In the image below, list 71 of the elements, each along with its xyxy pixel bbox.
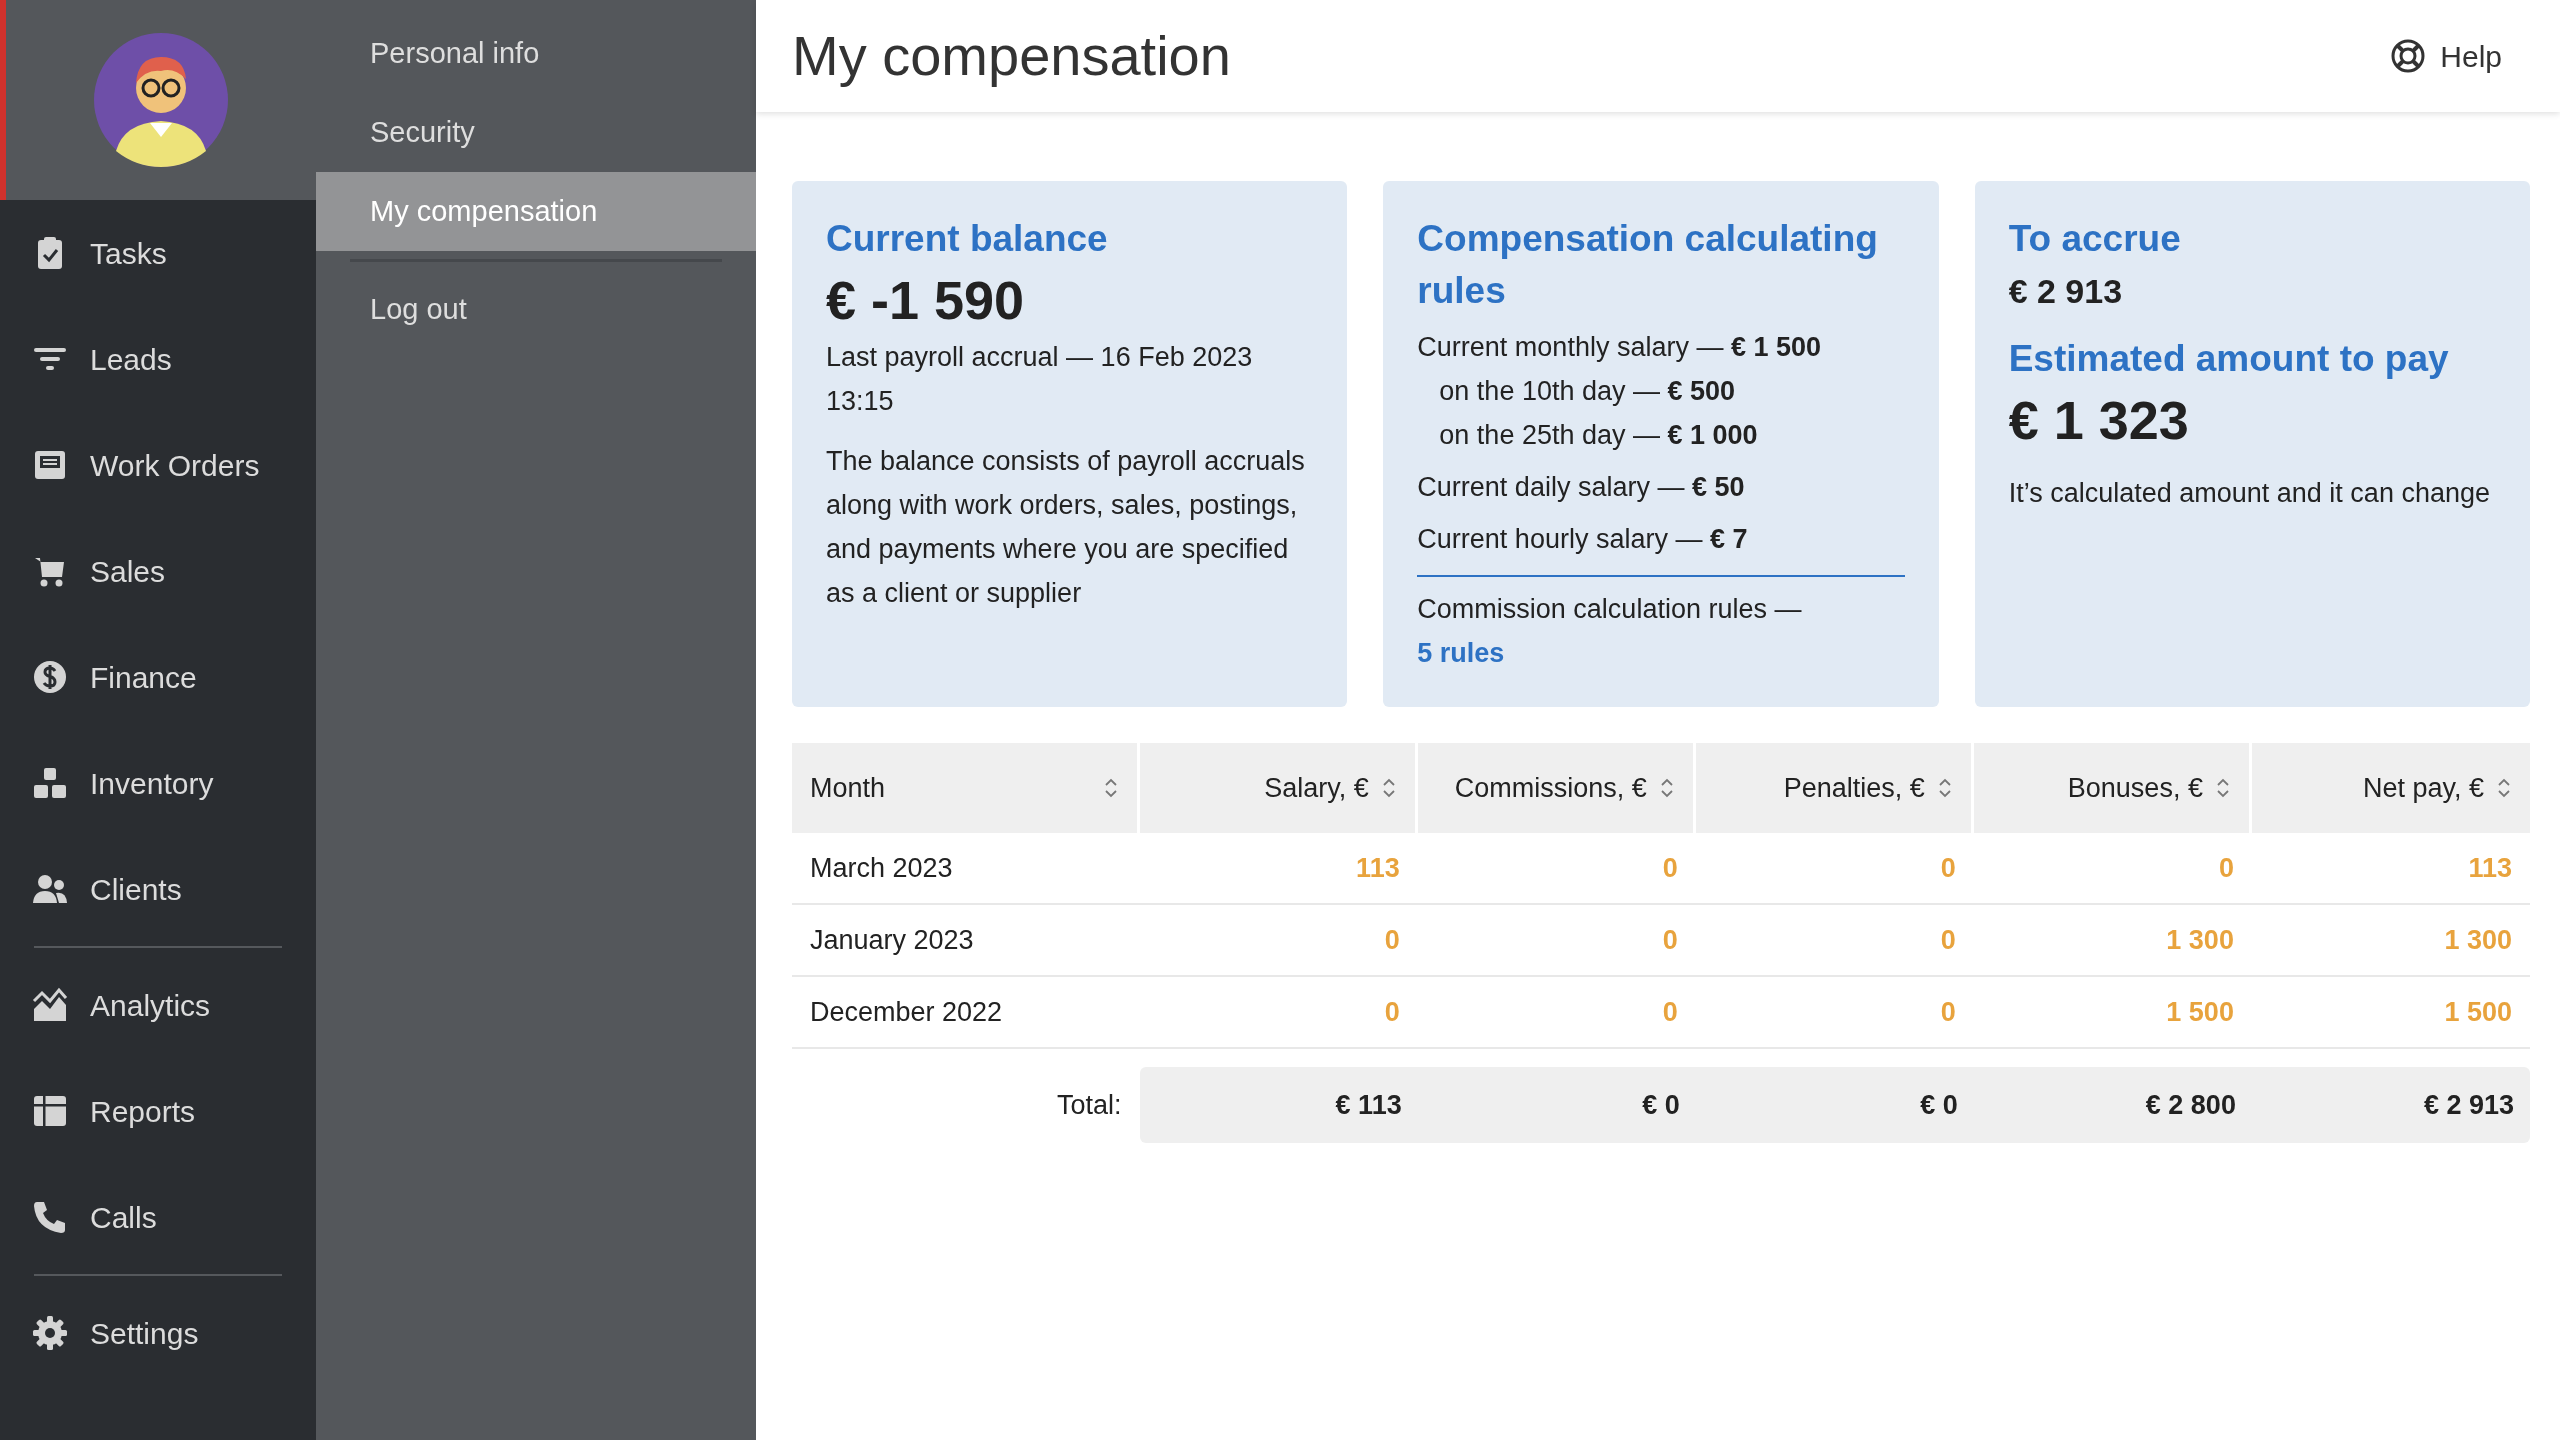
submenu-item[interactable]: Log out — [316, 270, 756, 349]
table-cell: 113 — [2468, 852, 2512, 883]
nav-item[interactable]: Inventory — [0, 730, 316, 836]
card-title: Estimated amount to pay — [2008, 337, 2450, 381]
sort-icon — [1380, 776, 1397, 800]
table-cell: 0 — [1384, 996, 1400, 1027]
nav-item[interactable]: Finance — [0, 624, 316, 730]
nav-item[interactable]: Leads — [0, 306, 316, 412]
sort-icon — [1936, 776, 1953, 800]
rule-text: Current monthly salary — € 1 500 — [1417, 331, 1823, 364]
table-icon — [32, 1093, 68, 1129]
nav-item[interactable]: Sales — [0, 518, 316, 624]
area-chart-icon — [32, 987, 68, 1023]
rule-text: Current daily salary — € 50 — [1417, 471, 1746, 504]
nav-item[interactable]: Settings — [0, 1280, 316, 1386]
accrue-amount: € 2 913 — [2008, 271, 2124, 312]
nav-item[interactable]: Tasks — [0, 200, 316, 306]
total-value: € 2 913 — [2423, 1088, 2514, 1122]
nav-item[interactable]: Analytics — [0, 952, 316, 1058]
table-cell: 1 500 — [2166, 996, 2234, 1027]
card-title: Current balance — [826, 217, 1109, 261]
table-cell: 0 — [2218, 852, 2234, 883]
sort-icon — [2496, 776, 2512, 800]
page-title: My compensation — [792, 23, 1231, 90]
table-cell: January 2023 — [810, 924, 974, 955]
table-cell: 1 500 — [2444, 996, 2512, 1027]
table-cell: 0 — [1940, 996, 1956, 1027]
phone-icon — [32, 1199, 68, 1235]
table-cell: 0 — [1662, 852, 1678, 883]
avatar-icon — [94, 33, 228, 167]
table-cell: 0 — [1662, 924, 1678, 955]
sort-icon — [2214, 776, 2231, 800]
sort-icon — [1102, 776, 1119, 800]
table-cell: March 2023 — [810, 852, 953, 883]
dollar-coin-icon — [32, 659, 68, 695]
nav-item[interactable]: Work Orders — [0, 412, 316, 518]
submenu-item[interactable]: Personal info — [316, 14, 756, 93]
rule-text: Commission calculation rules — — [1417, 594, 1802, 624]
total-value: € 0 — [1642, 1088, 1680, 1122]
accrual-text: Last payroll accrual — 16 Feb 2023 13:15 — [826, 341, 1254, 418]
gear-icon — [32, 1315, 68, 1351]
table-cell: 1 300 — [2166, 924, 2234, 955]
lifebuoy-icon — [2390, 38, 2427, 74]
boxes-icon — [32, 765, 68, 801]
estimate-amount: € 1 323 — [2008, 389, 2190, 452]
table-cell: 113 — [1356, 852, 1400, 883]
table-cell: December 2022 — [810, 996, 1003, 1027]
total-value: € 0 — [1920, 1088, 1958, 1122]
nav-item[interactable]: Reports — [0, 1058, 316, 1164]
total-value: € 2 800 — [2145, 1088, 2236, 1122]
rule-text: Current hourly salary — € 7 — [1417, 523, 1749, 556]
table-cell: 0 — [1940, 924, 1956, 955]
rules-link[interactable]: 5 rules — [1417, 638, 1505, 668]
description-text: The balance consists of payroll accruals along with work orders, sales, postings, and payments where you are specified as a client or supplier — [826, 445, 1306, 610]
total-label: Total: — [1057, 1089, 1122, 1120]
table-cell: 0 — [1384, 924, 1400, 955]
rule-text: on the 10th day — € 500 — [1438, 375, 1737, 408]
submenu-item[interactable]: Security — [316, 93, 756, 172]
table-cell: 0 — [1662, 996, 1678, 1027]
card-title: Compensation calculating rules — [1417, 217, 1879, 313]
sort-icon — [1658, 776, 1675, 800]
table-cell: 0 — [1940, 852, 1956, 883]
table-cell: 1 300 — [2444, 924, 2512, 955]
nav-item[interactable]: Calls — [0, 1164, 316, 1270]
note-text: It’s calculated amount and it can change — [2008, 477, 2491, 510]
rule-text: on the 25th day — € 1 000 — [1438, 419, 1759, 452]
help-button[interactable]: Help — [2384, 32, 2508, 80]
balance-amount: € -1 590 — [826, 269, 1026, 332]
nav-item[interactable]: Clients — [0, 836, 316, 942]
card-title: To accrue — [2008, 217, 2182, 261]
total-value: € 113 — [1335, 1088, 1402, 1122]
